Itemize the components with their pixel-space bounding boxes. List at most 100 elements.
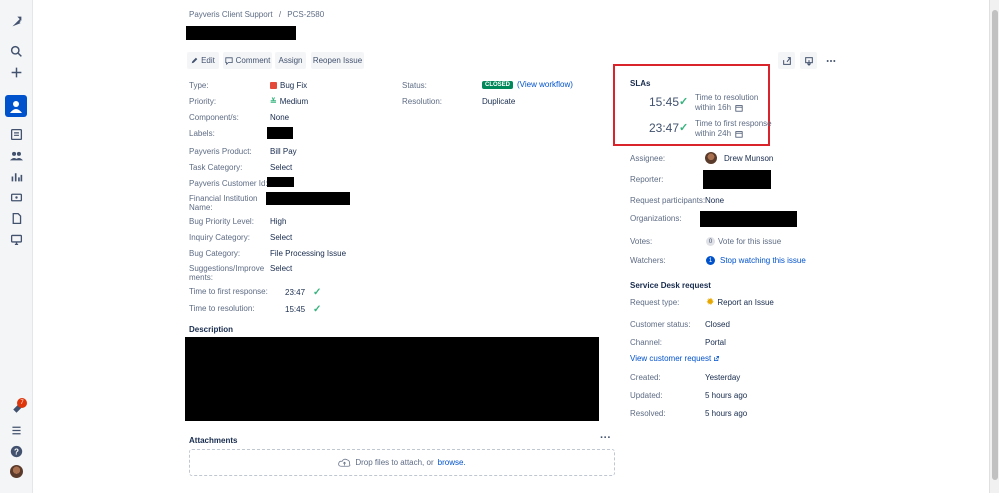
more-actions-button[interactable] bbox=[822, 52, 839, 69]
page-scrollbar[interactable] bbox=[989, 0, 999, 493]
browse-link[interactable]: browse. bbox=[438, 458, 466, 467]
components-value[interactable]: None bbox=[270, 113, 289, 122]
edit-label: Edit bbox=[201, 56, 215, 65]
status-badge: CLOSED bbox=[482, 80, 514, 89]
comment-label: Comment bbox=[235, 56, 271, 65]
priority-value[interactable]: ≚ Medium bbox=[270, 97, 308, 106]
sla-first-response-line2: within 24h bbox=[695, 129, 732, 138]
bug-category-label: Bug Category: bbox=[189, 249, 241, 258]
breadcrumb-issue-key[interactable]: PCS-2580 bbox=[287, 10, 324, 19]
updated-value: 5 hours ago bbox=[705, 391, 748, 400]
pencil-icon bbox=[191, 57, 198, 64]
priority-label: Priority: bbox=[189, 97, 217, 106]
export-icon bbox=[804, 56, 813, 66]
bug-icon bbox=[270, 82, 277, 89]
financial-institution-value-redacted[interactable] bbox=[266, 192, 350, 205]
service-desk-heading: Service Desk request bbox=[630, 281, 711, 290]
votes-value[interactable]: 0 Vote for this issue bbox=[706, 237, 781, 246]
status-value: CLOSED (View workflow) bbox=[482, 80, 573, 89]
project-avatar-icon[interactable] bbox=[5, 95, 27, 117]
help-icon[interactable]: ? bbox=[8, 443, 25, 460]
drop-text: Drop files to attach, or bbox=[355, 458, 434, 467]
vote-link[interactable]: Vote for this issue bbox=[718, 237, 781, 246]
queues-icon[interactable] bbox=[8, 126, 25, 143]
more-icon bbox=[826, 59, 835, 62]
reopen-issue-button[interactable]: Reopen Issue bbox=[311, 52, 364, 69]
reopen-label: Reopen Issue bbox=[312, 56, 363, 65]
type-label: Type: bbox=[189, 81, 209, 90]
slas-heading: SLAs bbox=[630, 79, 651, 88]
view-customer-request-link[interactable]: View customer request bbox=[630, 354, 711, 363]
sla-resolution-time: 15:45 bbox=[649, 95, 680, 109]
task-category-value[interactable]: Select bbox=[270, 163, 292, 172]
participants-value[interactable]: None bbox=[705, 196, 724, 205]
first-response-time: 23:47 bbox=[285, 288, 306, 297]
type-text: Bug Fix bbox=[280, 81, 308, 90]
customer-id-value-redacted[interactable] bbox=[267, 177, 294, 187]
menu-icon[interactable] bbox=[8, 422, 25, 439]
organizations-value-redacted[interactable] bbox=[700, 211, 797, 227]
payveris-product-label: Payveris Product: bbox=[189, 147, 252, 156]
bug-priority-value[interactable]: High bbox=[270, 217, 286, 226]
task-category-label: Task Category: bbox=[189, 163, 243, 172]
sla-first-response-time: 23:47 bbox=[649, 121, 680, 135]
watchers-value[interactable]: 1 Stop watching this issue bbox=[706, 256, 806, 265]
type-value[interactable]: Bug Fix bbox=[270, 81, 307, 90]
check-icon: ✓ bbox=[313, 304, 322, 315]
search-icon[interactable] bbox=[8, 43, 25, 60]
labels-value-redacted[interactable] bbox=[267, 127, 293, 139]
create-plus-icon[interactable] bbox=[8, 64, 25, 81]
attachments-more-icon[interactable]: ··· bbox=[600, 432, 611, 444]
description-heading: Description bbox=[189, 325, 234, 334]
customer-channels-icon[interactable] bbox=[8, 231, 25, 248]
comment-button[interactable]: Comment bbox=[223, 52, 272, 69]
reports-icon[interactable] bbox=[8, 168, 25, 185]
assign-button[interactable]: Assign bbox=[275, 52, 306, 69]
bug-category-value[interactable]: File Processing Issue bbox=[270, 249, 346, 258]
financial-institution-label: Financial Institution Name: bbox=[189, 194, 258, 212]
global-sidebar: 7 ? bbox=[0, 0, 33, 493]
payveris-product-value[interactable]: Bill Pay bbox=[270, 147, 297, 156]
export-button[interactable] bbox=[800, 52, 817, 69]
assignee-value[interactable]: Drew Munson bbox=[705, 152, 773, 164]
calendar-icon bbox=[735, 131, 743, 138]
resolution-time: 15:45 bbox=[285, 305, 306, 314]
view-customer-request[interactable]: View customer request bbox=[630, 354, 720, 363]
sla-resolution-goal: Time to resolution within 16h bbox=[695, 93, 758, 113]
share-button[interactable] bbox=[778, 52, 795, 69]
notification-count-badge: 7 bbox=[17, 398, 27, 408]
user-avatar-icon[interactable] bbox=[8, 463, 25, 480]
stop-watching-link[interactable]: Stop watching this issue bbox=[720, 256, 806, 265]
knowledge-base-icon[interactable] bbox=[8, 210, 25, 227]
suggestions-value[interactable]: Select bbox=[270, 264, 292, 273]
view-workflow-link[interactable]: (View workflow) bbox=[517, 80, 573, 89]
sla-first-response-check-icon: ✓ bbox=[679, 122, 689, 134]
request-type-value[interactable]: ✹ Report an Issue bbox=[706, 297, 774, 308]
channels-icon[interactable] bbox=[8, 189, 25, 206]
comment-icon bbox=[225, 56, 233, 65]
attachment-dropzone[interactable]: Drop files to attach, or browse. bbox=[189, 449, 615, 476]
updated-label: Updated: bbox=[630, 391, 663, 400]
labels-label: Labels: bbox=[189, 129, 215, 138]
assignee-name: Drew Munson bbox=[724, 153, 774, 163]
scrollbar-thumb[interactable] bbox=[992, 10, 998, 480]
votes-label: Votes: bbox=[630, 237, 653, 246]
assignee-label: Assignee: bbox=[630, 154, 666, 163]
channel-value: Portal bbox=[705, 338, 726, 347]
customers-icon[interactable] bbox=[8, 147, 25, 164]
jira-logo-icon[interactable] bbox=[8, 13, 25, 30]
edit-button[interactable]: Edit bbox=[187, 52, 219, 69]
watchers-label: Watchers: bbox=[630, 256, 666, 265]
request-type-text: Report an Issue bbox=[717, 298, 774, 307]
description-body-redacted[interactable] bbox=[185, 337, 599, 421]
customer-status-value: Closed bbox=[705, 320, 730, 329]
share-icon bbox=[782, 56, 791, 65]
reporter-value-redacted[interactable] bbox=[703, 170, 771, 189]
inquiry-category-value[interactable]: Select bbox=[270, 233, 292, 242]
issue-summary-redacted bbox=[186, 26, 296, 40]
participants-label: Request participants: bbox=[630, 196, 706, 205]
priority-medium-icon: ≚ bbox=[270, 97, 277, 106]
breadcrumb-project[interactable]: Payveris Client Support bbox=[189, 10, 273, 19]
sla-resolution-line1: Time to resolution bbox=[695, 93, 759, 102]
sla-resolution-check-icon: ✓ bbox=[679, 96, 689, 108]
